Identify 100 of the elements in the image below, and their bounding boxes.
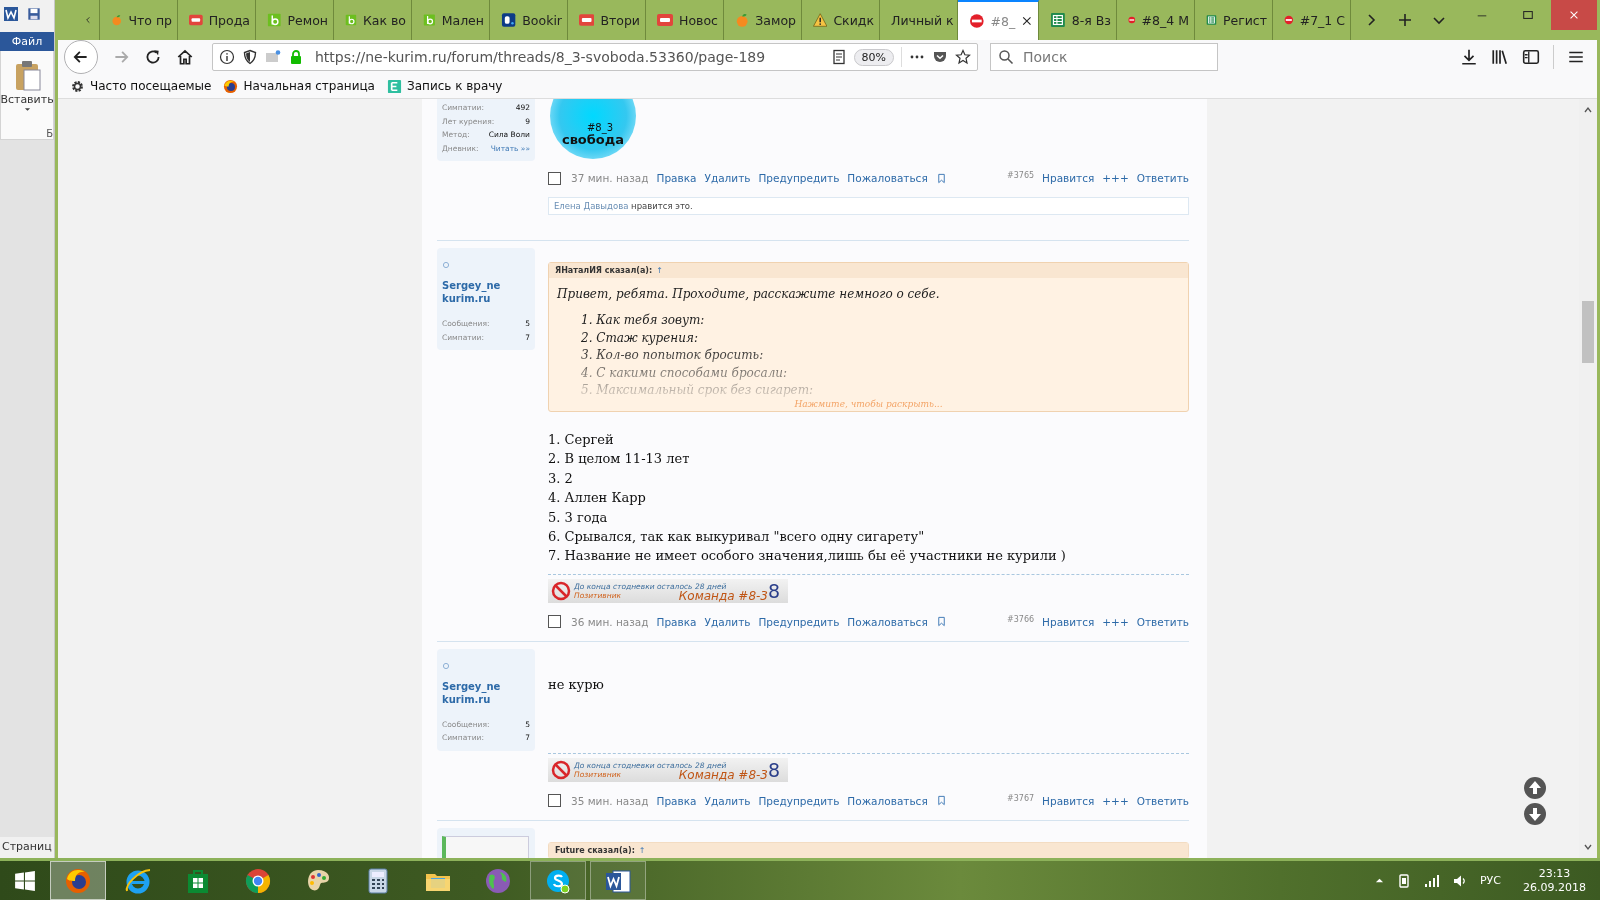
download-icon[interactable] bbox=[1460, 48, 1478, 66]
post-action-link[interactable]: +++ bbox=[1102, 615, 1129, 628]
post-action-link[interactable]: Ответить bbox=[1136, 172, 1189, 184]
username-link[interactable]: Sergey_ne kurim.ru bbox=[442, 679, 530, 706]
post-action-link[interactable]: Пожаловаться bbox=[847, 794, 928, 807]
bookmark-icon[interactable] bbox=[935, 616, 947, 628]
clock-date[interactable]: 26.09.2018 bbox=[1523, 880, 1586, 895]
back-button[interactable] bbox=[64, 40, 98, 74]
post-action-link[interactable]: Удалить bbox=[704, 794, 751, 807]
search-field[interactable]: Поиск bbox=[990, 43, 1218, 71]
scroll-thumb[interactable] bbox=[1582, 301, 1594, 363]
device-icon[interactable] bbox=[1396, 872, 1412, 889]
team-text: Команда #8-3 bbox=[678, 767, 768, 782]
day-digit: 8 bbox=[767, 757, 780, 782]
username-link[interactable]: Sergey_ne kurim.ru bbox=[442, 279, 530, 305]
post-action-link[interactable]: Пожаловаться bbox=[847, 172, 928, 184]
warning-icon bbox=[813, 12, 828, 28]
post-number[interactable]: #3767 bbox=[1007, 793, 1035, 803]
quote-list-item: 1. Как тебя зовут: bbox=[581, 312, 706, 329]
user-link[interactable]: Елена Давыдова bbox=[554, 201, 629, 211]
tile-icon bbox=[501, 12, 517, 28]
scroll-down-icon[interactable] bbox=[1583, 842, 1593, 852]
post-text: 1. Сергей bbox=[548, 431, 615, 449]
jump-link[interactable]: ↑ bbox=[656, 266, 663, 275]
star-icon[interactable] bbox=[955, 49, 971, 65]
caret-up-icon[interactable] bbox=[1375, 876, 1384, 885]
tile-icon bbox=[387, 78, 402, 94]
post-text: 6. Срывался, так как выкуривал "всего одну сигарету" bbox=[548, 528, 926, 547]
search-icon bbox=[998, 49, 1014, 65]
clipboard-icon[interactable] bbox=[13, 59, 41, 91]
quote-list-item: 3. Кол-во попыток бросить: bbox=[581, 347, 765, 364]
post-action-link[interactable]: +++ bbox=[1102, 794, 1129, 807]
scroll-top-icon[interactable] bbox=[1523, 776, 1547, 800]
post-action-link[interactable]: Предупредить bbox=[758, 794, 840, 807]
bookmark-item[interactable]: Часто посещаемые bbox=[70, 78, 212, 94]
post-action-link[interactable]: Нравится bbox=[1042, 172, 1095, 184]
tile-icon bbox=[189, 12, 203, 28]
post-number[interactable]: #3766 bbox=[1007, 614, 1035, 624]
address-bar[interactable]: https://ne-kurim.ru/forum/threads/8_3-svoboda.53360/page-189 80% bbox=[212, 43, 978, 71]
taskbar-button[interactable] bbox=[530, 861, 586, 900]
scroll-up-icon[interactable] bbox=[1583, 105, 1593, 115]
checkbox[interactable] bbox=[548, 615, 561, 629]
post-action-link[interactable]: Нравится bbox=[1042, 615, 1095, 628]
post-action-link[interactable]: Предупредить bbox=[758, 615, 840, 628]
spreadsheet-icon bbox=[1050, 12, 1066, 28]
firefox-icon bbox=[64, 866, 92, 895]
quote-text: Привет, ребята. Проходите, расскажите немного о себе. bbox=[557, 286, 941, 302]
caret-icon[interactable] bbox=[23, 106, 31, 112]
bookmark-icon[interactable] bbox=[935, 172, 947, 184]
reload-icon[interactable] bbox=[144, 48, 162, 66]
pocket-icon[interactable] bbox=[932, 49, 948, 65]
signal-icon[interactable] bbox=[1424, 872, 1440, 889]
bookmark-item[interactable]: Запись к врачу bbox=[387, 78, 503, 94]
group-label: Б bbox=[46, 128, 53, 139]
status-icon bbox=[442, 661, 450, 670]
post-action-link[interactable]: Ответить bbox=[1136, 794, 1189, 807]
logo-tag-text: #8_3 bbox=[586, 122, 614, 133]
post-action-link[interactable]: Удалить bbox=[704, 172, 751, 184]
paste-button[interactable]: Вставить bbox=[0, 93, 54, 106]
clock-time[interactable]: 23:13 bbox=[1538, 866, 1571, 881]
browser-e-icon bbox=[124, 866, 152, 895]
scroll-bottom-icon[interactable] bbox=[1523, 802, 1547, 826]
post-action-link[interactable]: Нравится bbox=[1042, 794, 1095, 807]
tile-icon bbox=[267, 12, 282, 28]
spreadsheet-icon bbox=[1206, 12, 1217, 28]
taskbar-button[interactable] bbox=[50, 861, 106, 900]
post-number[interactable]: #3765 bbox=[1007, 171, 1035, 180]
quote-author: Future сказал(а): bbox=[555, 845, 635, 855]
post-action-link[interactable]: Правка bbox=[656, 615, 697, 628]
sidebar-icon[interactable] bbox=[1522, 48, 1540, 66]
post-action-link[interactable]: Пожаловаться bbox=[847, 615, 928, 628]
bookmark-icon[interactable] bbox=[935, 795, 947, 807]
post-action-link[interactable]: Ответить bbox=[1136, 615, 1189, 628]
post-action-link[interactable]: Правка bbox=[656, 794, 697, 807]
new-tab-icon[interactable] bbox=[1397, 12, 1413, 28]
word-icon[interactable] bbox=[3, 6, 19, 22]
no-smoking-icon bbox=[551, 580, 571, 601]
checkbox[interactable] bbox=[548, 794, 561, 808]
checkbox[interactable] bbox=[548, 171, 561, 185]
browser-tab[interactable]: #8_ bbox=[958, 0, 1039, 40]
save-icon[interactable] bbox=[27, 7, 41, 21]
post-action-link[interactable]: +++ bbox=[1102, 172, 1129, 184]
close-icon[interactable] bbox=[1021, 15, 1033, 27]
windows-start-icon[interactable] bbox=[14, 869, 36, 892]
taskbar-button[interactable] bbox=[590, 861, 646, 900]
language-indicator[interactable]: РУС bbox=[1480, 874, 1501, 887]
reader-view-icon[interactable] bbox=[830, 49, 847, 65]
maximize-icon[interactable] bbox=[1522, 9, 1534, 21]
file-tab[interactable]: Файл bbox=[0, 32, 54, 51]
library-icon[interactable] bbox=[1491, 48, 1509, 66]
post-action-link[interactable]: Предупредить bbox=[758, 172, 840, 184]
jump-link[interactable]: ↑ bbox=[638, 845, 646, 855]
zoom-indicator[interactable]: 80% bbox=[853, 48, 894, 66]
home-icon[interactable] bbox=[176, 48, 194, 66]
post-action-link[interactable]: Удалить bbox=[704, 615, 751, 628]
post-text: 5. 3 года bbox=[548, 508, 609, 527]
day-digit: 8 bbox=[767, 578, 780, 603]
post-action-link[interactable]: Правка bbox=[656, 172, 697, 184]
bookmark-item[interactable]: Начальная страница bbox=[223, 78, 375, 94]
firefox-icon bbox=[223, 78, 239, 94]
